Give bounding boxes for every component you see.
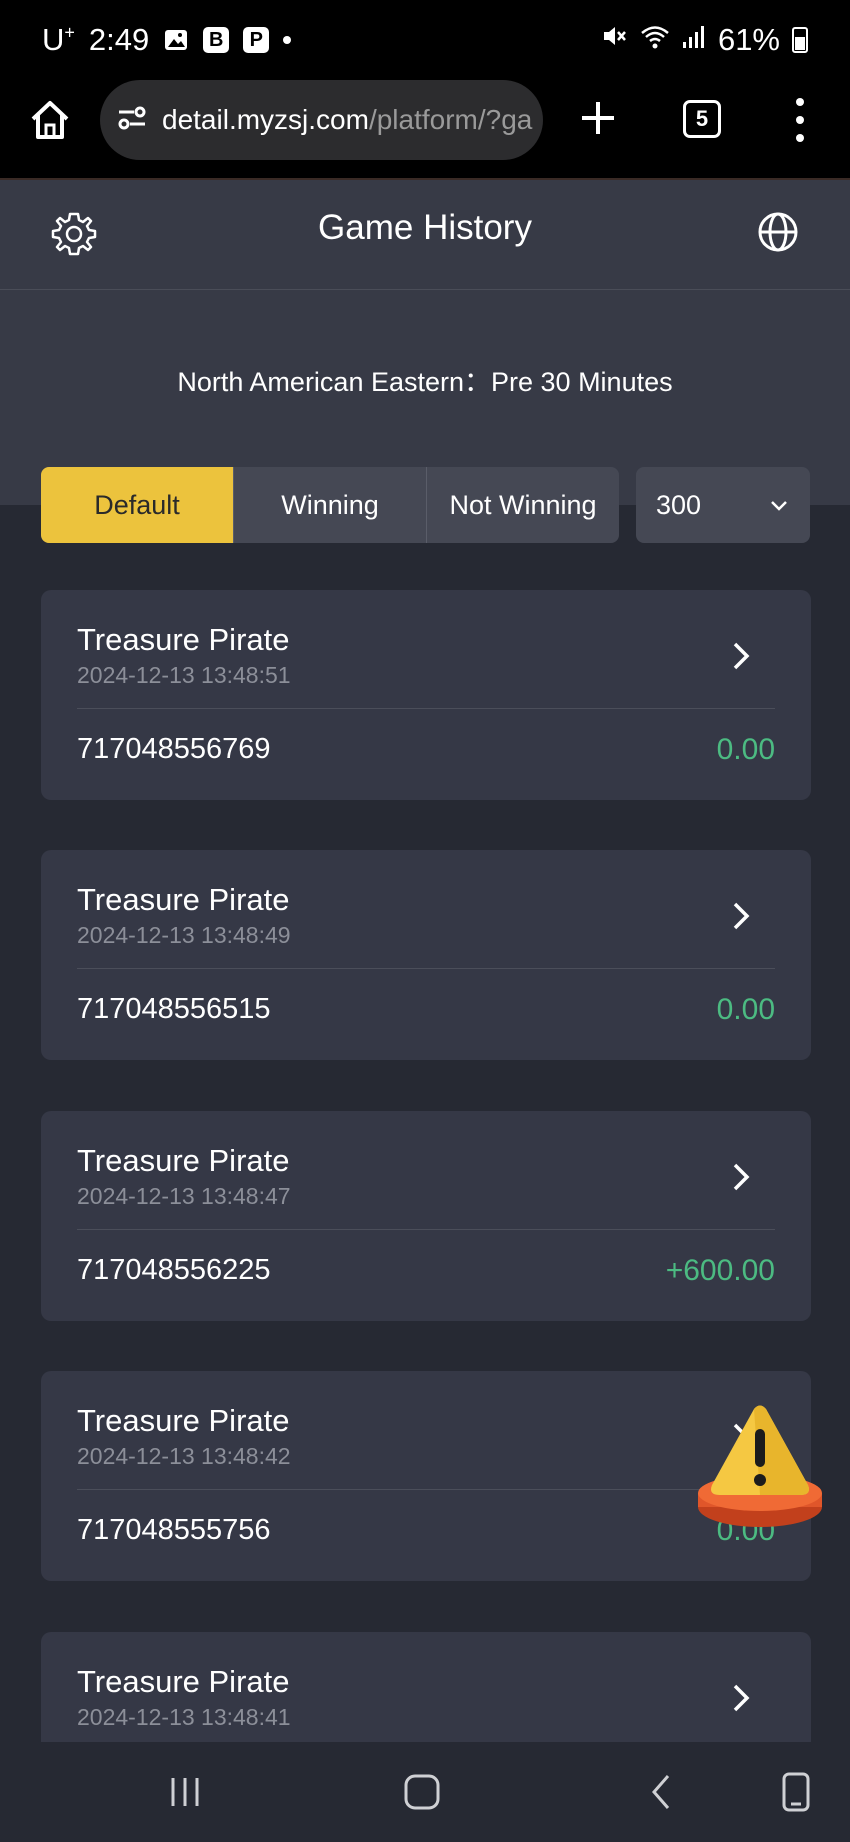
tab-default[interactable]: Default — [41, 467, 234, 543]
divider — [77, 968, 775, 969]
b-app-icon: B — [203, 27, 230, 53]
game-name: Treasure Pirate — [77, 1664, 290, 1699]
win-amount: 0.00 — [716, 993, 775, 1026]
status-right: 61% — [600, 22, 808, 58]
timezone-label: North American Eastern：Pre 30 Minutes — [177, 367, 673, 397]
history-record-card[interactable]: Treasure Pirate 2024-12-13 13:48:51 7170… — [41, 590, 811, 800]
history-record-card[interactable]: Treasure Pirate 2024-12-13 13:48:49 7170… — [41, 850, 811, 1060]
tab-not-winning[interactable]: Not Winning — [427, 467, 619, 543]
url-text: detail.myzsj.com/platform/?ga — [162, 104, 533, 135]
round-id: 717048556769 — [77, 733, 271, 765]
round-id: 717048555756 — [77, 1514, 271, 1546]
home-button[interactable] — [28, 98, 72, 142]
chevron-down-icon — [771, 501, 787, 511]
clock: 2:49 — [88, 22, 150, 57]
system-nav-bar — [0, 1742, 850, 1842]
round-id: 717048556225 — [77, 1254, 271, 1286]
history-record-card[interactable]: Treasure Pirate 2024-12-13 13:48:41 — [41, 1632, 811, 1742]
dot-icon — [796, 116, 804, 124]
divider — [77, 708, 775, 709]
history-record-card[interactable]: Treasure Pirate 2024-12-13 13:48:47 7170… — [41, 1111, 811, 1321]
back-button[interactable] — [642, 1772, 682, 1812]
record-time: 2024-12-13 13:48:47 — [77, 1183, 291, 1209]
mute-icon — [600, 22, 628, 58]
chevron-right-icon[interactable] — [727, 1159, 755, 1195]
more-menu-button[interactable] — [795, 98, 805, 142]
win-amount: 0.00 — [716, 733, 775, 766]
page-title: Game History — [318, 208, 532, 247]
divider — [77, 1229, 775, 1230]
game-name: Treasure Pirate — [77, 882, 290, 917]
site-settings-icon[interactable] — [116, 102, 148, 139]
round-id: 717048556515 — [77, 993, 271, 1025]
new-tab-button[interactable] — [578, 98, 618, 138]
chevron-right-icon[interactable] — [727, 898, 755, 934]
record-time: 2024-12-13 13:48:41 — [77, 1704, 291, 1730]
status-left: U+ 2:49 B P — [42, 22, 292, 58]
record-time: 2024-12-13 13:48:49 — [77, 922, 291, 948]
record-count-value: 300 — [656, 489, 702, 520]
filter-tabs: Default Winning Not Winning — [41, 467, 619, 543]
game-name: Treasure Pirate — [77, 1403, 290, 1438]
divider — [77, 1489, 775, 1490]
chevron-right-icon[interactable] — [727, 1680, 755, 1716]
recent-apps-icon — [171, 1778, 199, 1806]
status-bar: U+ 2:49 B P 61% — [0, 0, 850, 80]
win-amount: +600.00 — [665, 1254, 775, 1287]
home-nav-icon — [404, 1774, 440, 1810]
warning-icon — [698, 1405, 822, 1527]
plus-icon — [582, 102, 614, 134]
tab-winning[interactable]: Winning — [234, 467, 427, 543]
carrier-label: U+ — [42, 22, 75, 57]
notification-dot-icon — [283, 36, 292, 44]
recent-apps-button[interactable] — [165, 1772, 205, 1812]
wifi-icon — [640, 22, 670, 58]
home-icon — [31, 101, 69, 139]
record-count-select[interactable]: 300 — [636, 467, 810, 543]
battery-level: 61% — [717, 22, 780, 57]
tab-switcher-button[interactable]: 5 — [683, 100, 721, 138]
game-name: Treasure Pirate — [77, 622, 290, 657]
record-time: 2024-12-13 13:48:51 — [77, 662, 291, 688]
game-name: Treasure Pirate — [77, 1143, 290, 1178]
browser-toolbar: detail.myzsj.com/platform/?ga 5 — [0, 80, 850, 180]
home-nav-button[interactable] — [402, 1772, 442, 1812]
floating-warning-button[interactable] — [696, 1403, 828, 1535]
back-icon — [652, 1775, 670, 1809]
app-header: Game History — [0, 180, 850, 290]
phone-icon — [782, 1772, 810, 1812]
language-button[interactable] — [756, 210, 800, 254]
gallery-icon — [163, 27, 189, 53]
p-app-icon: P — [243, 27, 270, 53]
battery-icon — [792, 27, 808, 53]
address-bar[interactable]: detail.myzsj.com/platform/?ga — [100, 80, 543, 160]
signal-icon — [682, 22, 706, 58]
dot-icon — [796, 134, 804, 142]
globe-icon — [758, 212, 798, 252]
chevron-right-icon[interactable] — [727, 638, 755, 674]
keyboard-toggle-button[interactable] — [776, 1772, 816, 1812]
record-time: 2024-12-13 13:48:42 — [77, 1443, 291, 1469]
dot-icon — [796, 98, 804, 106]
